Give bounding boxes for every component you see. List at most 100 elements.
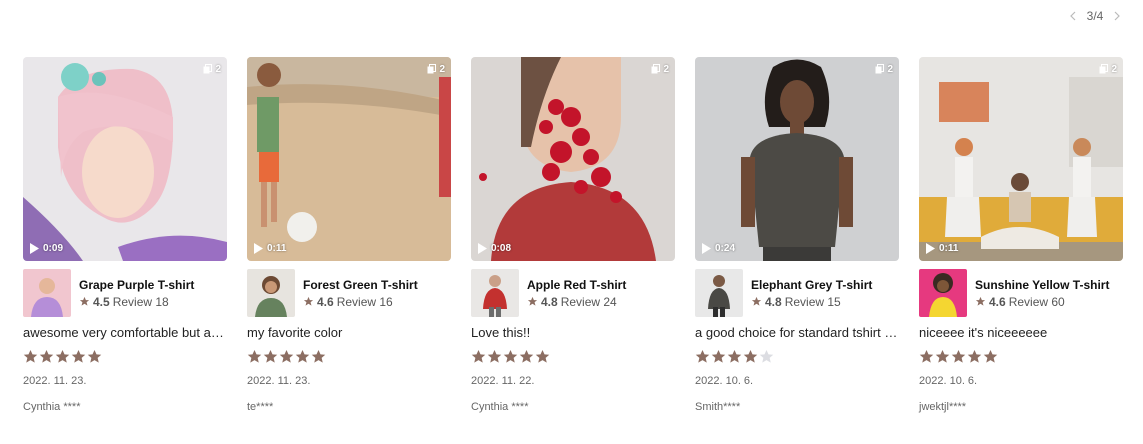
star-filled-icon <box>263 349 278 363</box>
copy-icon <box>203 64 213 74</box>
review-text[interactable]: a good choice for standard tshirt … <box>695 325 899 340</box>
review-stars <box>471 349 550 365</box>
review-video-thumbnail[interactable]: 2 0:08 <box>471 57 675 261</box>
product-link[interactable]: Sunshine Yellow T-shirt 4.6 Review 60 <box>919 269 1123 317</box>
star-filled-icon <box>935 349 950 363</box>
video-duration: 0:09 <box>43 242 64 254</box>
review-text[interactable]: my favorite color <box>247 325 451 340</box>
product-review-count: Review 15 <box>784 294 841 309</box>
star-filled-icon <box>711 349 726 363</box>
product-rating-value: 4.5 <box>93 294 110 309</box>
review-stars <box>247 349 326 365</box>
video-play-indicator: 0:09 <box>29 241 63 255</box>
product-thumbnail <box>919 269 967 317</box>
play-icon <box>478 242 487 254</box>
product-link[interactable]: Grape Purple T-shirt 4.5 Review 18 <box>23 269 227 317</box>
star-filled-icon <box>535 349 550 363</box>
carousel-prev-button[interactable] <box>1066 8 1080 24</box>
video-duration: 0:11 <box>939 242 959 254</box>
product-rating-value: 4.6 <box>989 294 1006 309</box>
media-count-badge: 2 <box>203 63 221 75</box>
review-stars <box>23 349 102 365</box>
review-card: 2 0:09 Grape Purple T-shirt 4.5 Review 1… <box>23 57 227 413</box>
play-icon <box>30 242 39 254</box>
product-link[interactable]: Elephant Grey T-shirt 4.8 Review 15 <box>695 269 899 317</box>
copy-icon <box>651 64 661 74</box>
star-filled-icon <box>503 349 518 363</box>
carousel-next-button[interactable] <box>1110 8 1124 24</box>
star-filled-icon <box>55 349 70 363</box>
media-count: 2 <box>663 63 669 75</box>
video-duration: 0:24 <box>715 242 736 254</box>
star-filled-icon <box>487 349 502 363</box>
star-filled-icon <box>727 349 742 363</box>
product-thumbnail <box>23 269 71 317</box>
product-name: Grape Purple T-shirt <box>79 277 195 292</box>
product-rating: 4.8 Review 15 <box>751 295 872 309</box>
review-photo <box>695 57 899 261</box>
review-text[interactable]: niceeee it's niceeeeee <box>919 325 1123 340</box>
media-count-badge: 2 <box>875 63 893 75</box>
review-author: jwektjl**** <box>919 401 967 413</box>
product-rating: 4.5 Review 18 <box>79 295 194 309</box>
product-name: Apple Red T-shirt <box>527 277 627 292</box>
product-link[interactable]: Forest Green T-shirt 4.6 Review 16 <box>247 269 451 317</box>
review-video-thumbnail[interactable]: 2 0:11 <box>919 57 1123 261</box>
product-thumbnail <box>247 269 295 317</box>
product-rating-value: 4.6 <box>317 294 334 309</box>
star-empty-icon <box>759 349 774 363</box>
play-icon <box>926 242 935 254</box>
star-filled-icon <box>311 349 326 363</box>
product-thumbnail <box>471 269 519 317</box>
product-link[interactable]: Apple Red T-shirt 4.8 Review 24 <box>471 269 675 317</box>
star-filled-icon <box>71 349 86 363</box>
star-filled-icon <box>951 349 966 363</box>
review-card: 2 0:24 Elephant Grey T-shirt 4.8 Review … <box>695 57 899 413</box>
review-video-thumbnail[interactable]: 2 0:24 <box>695 57 899 261</box>
video-play-indicator: 0:11 <box>925 241 958 255</box>
star-icon <box>751 296 762 306</box>
star-filled-icon <box>743 349 758 363</box>
media-count: 2 <box>887 63 893 75</box>
play-icon <box>702 242 711 254</box>
review-video-thumbnail[interactable]: 2 0:09 <box>23 57 227 261</box>
review-photo <box>247 57 451 261</box>
review-card: 2 0:08 Apple Red T-shirt 4.8 Review 24 L… <box>471 57 675 413</box>
video-play-indicator: 0:08 <box>477 241 511 255</box>
review-text[interactable]: awesome very comfortable but a… <box>23 325 227 340</box>
review-stars <box>695 349 774 365</box>
play-icon <box>254 242 263 254</box>
review-date: 2022. 11. 22. <box>471 375 535 387</box>
star-filled-icon <box>519 349 534 363</box>
product-review-count: Review 60 <box>1008 294 1065 309</box>
star-filled-icon <box>983 349 998 363</box>
review-video-thumbnail[interactable]: 2 0:11 <box>247 57 451 261</box>
star-icon <box>527 296 538 306</box>
review-author: Cynthia **** <box>471 401 529 413</box>
star-filled-icon <box>279 349 294 363</box>
carousel-page-indicator: 3/4 <box>1086 9 1104 23</box>
product-name: Elephant Grey T-shirt <box>751 277 873 292</box>
review-author: Smith**** <box>695 401 741 413</box>
review-text[interactable]: Love this!! <box>471 325 675 340</box>
product-name: Forest Green T-shirt <box>303 277 418 292</box>
star-filled-icon <box>471 349 486 363</box>
product-review-count: Review 18 <box>112 294 169 309</box>
review-date: 2022. 11. 23. <box>247 375 311 387</box>
star-icon <box>79 296 90 306</box>
star-filled-icon <box>919 349 934 363</box>
carousel-pager: 3/4 <box>1066 8 1124 24</box>
review-date: 2022. 10. 6. <box>919 375 978 387</box>
product-review-count: Review 24 <box>560 294 617 309</box>
media-count: 2 <box>439 63 445 75</box>
product-rating-value: 4.8 <box>765 294 782 309</box>
copy-icon <box>427 64 437 74</box>
review-date: 2022. 11. 23. <box>23 375 87 387</box>
review-author: te**** <box>247 401 274 413</box>
star-filled-icon <box>695 349 710 363</box>
review-stars <box>919 349 998 365</box>
star-filled-icon <box>23 349 38 363</box>
star-filled-icon <box>87 349 102 363</box>
review-photo <box>919 57 1123 261</box>
product-rating: 4.6 Review 60 <box>975 295 1109 309</box>
